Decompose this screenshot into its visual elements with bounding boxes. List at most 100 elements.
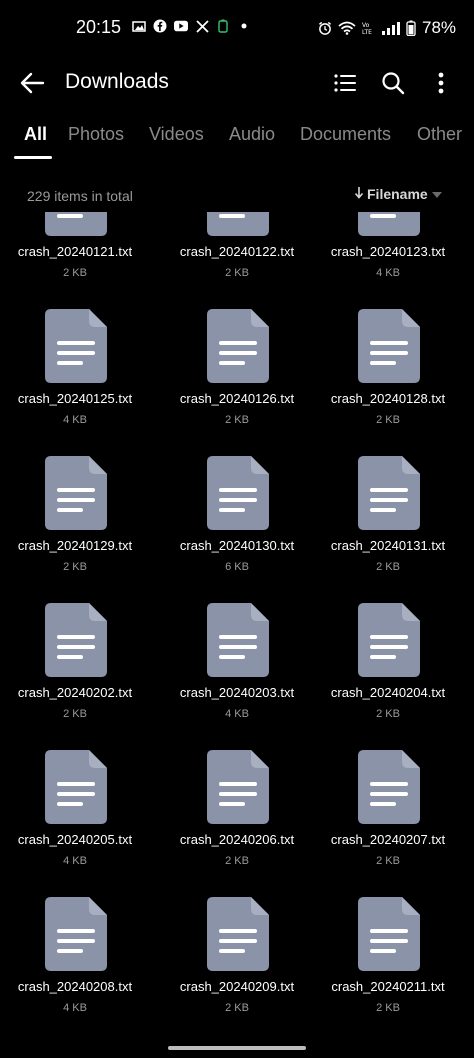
- file-item[interactable]: crash_20240130.txt 6 KB: [162, 426, 312, 573]
- file-size: 2 KB: [63, 708, 87, 720]
- caret-down-icon[interactable]: [432, 192, 442, 198]
- file-item[interactable]: crash_20240131.txt 2 KB: [313, 426, 463, 573]
- file-item[interactable]: crash_20240209.txt 2 KB: [162, 867, 312, 1014]
- text-document-icon: [207, 897, 269, 971]
- file-size: 2 KB: [376, 414, 400, 426]
- text-document-icon: [207, 212, 269, 236]
- tab-videos[interactable]: Videos: [149, 124, 204, 145]
- file-item[interactable]: crash_20240205.txt 4 KB: [0, 720, 150, 867]
- file-item[interactable]: crash_20240202.txt 2 KB: [0, 573, 150, 720]
- file-name: crash_20240125.txt: [17, 391, 133, 406]
- text-document-icon: [45, 603, 107, 677]
- text-document-icon: [358, 750, 420, 824]
- battery-icon: [406, 20, 416, 36]
- text-document-icon: [45, 212, 107, 236]
- file-size: 2 KB: [225, 267, 249, 279]
- file-item[interactable]: crash_20240204.txt 2 KB: [313, 573, 463, 720]
- file-size: 4 KB: [376, 267, 400, 279]
- tab-all[interactable]: All: [24, 124, 47, 145]
- sort-button[interactable]: Filename: [354, 186, 428, 202]
- file-name: crash_20240128.txt: [330, 391, 446, 406]
- text-document-icon: [207, 603, 269, 677]
- file-name: crash_20240211.txt: [331, 979, 445, 994]
- signal-icon: [382, 21, 400, 35]
- tab-documents[interactable]: Documents: [300, 124, 391, 145]
- file-size: 4 KB: [63, 855, 87, 867]
- file-name: crash_20240206.txt: [179, 832, 295, 847]
- file-size: 2 KB: [225, 1002, 249, 1014]
- file-item[interactable]: crash_20240122.txt 2 KB: [162, 212, 312, 279]
- file-grid: crash_20240121.txt 2 KB crash_20240122.txt…: [0, 212, 474, 1058]
- volte-icon: Vo LTE: [362, 21, 376, 35]
- file-size: 4 KB: [225, 708, 249, 720]
- file-name: crash_20240207.txt: [330, 832, 446, 847]
- system-status-icons: Vo LTE 78%: [318, 18, 456, 38]
- item-count: 229 items in total: [27, 188, 133, 204]
- file-size: 2 KB: [63, 267, 87, 279]
- text-document-icon: [207, 309, 269, 383]
- file-size: 6 KB: [225, 561, 249, 573]
- battery-percentage: 78%: [422, 18, 457, 37]
- page-title: Downloads: [65, 70, 169, 93]
- tab-audio[interactable]: Audio: [229, 124, 275, 145]
- more-vert-icon[interactable]: [426, 68, 456, 98]
- file-item[interactable]: crash_20240208.txt 4 KB: [0, 867, 150, 1014]
- file-name: crash_20240129.txt: [17, 538, 133, 553]
- file-name: crash_20240209.txt: [179, 979, 295, 994]
- file-size: 2 KB: [225, 414, 249, 426]
- x-icon: [195, 19, 209, 33]
- file-size: 2 KB: [376, 1002, 400, 1014]
- dot-icon: [237, 19, 251, 33]
- search-icon[interactable]: [378, 68, 408, 98]
- tab-other[interactable]: Other: [417, 124, 462, 145]
- text-document-icon: [358, 309, 420, 383]
- text-document-icon: [207, 750, 269, 824]
- alarm-icon: [318, 21, 332, 35]
- file-item[interactable]: crash_20240125.txt 4 KB: [0, 279, 150, 426]
- file-name: crash_20240205.txt: [17, 832, 133, 847]
- file-size: 2 KB: [376, 561, 400, 573]
- home-indicator[interactable]: [168, 1046, 306, 1050]
- file-name: crash_20240204.txt: [330, 685, 446, 700]
- svg-text:Vo: Vo: [362, 22, 370, 29]
- file-item[interactable]: crash_20240207.txt 2 KB: [313, 720, 463, 867]
- category-tabs: All Photos Videos Audio Documents Other: [0, 118, 474, 162]
- back-arrow-icon[interactable]: [18, 68, 48, 98]
- active-tab-indicator: [14, 156, 52, 159]
- file-name: crash_20240122.txt: [179, 244, 295, 259]
- file-item[interactable]: crash_20240203.txt 4 KB: [162, 573, 312, 720]
- file-item[interactable]: crash_20240211.txt 2 KB: [313, 867, 463, 1014]
- file-name: crash_20240203.txt: [179, 685, 295, 700]
- text-document-icon: [45, 456, 107, 530]
- battery-saver-icon: [216, 19, 230, 33]
- app-bar: Downloads: [0, 56, 474, 112]
- file-item[interactable]: crash_20240206.txt 2 KB: [162, 720, 312, 867]
- file-name: crash_20240123.txt: [330, 244, 446, 259]
- youtube-icon: [174, 19, 188, 33]
- file-item[interactable]: crash_20240121.txt 2 KB: [0, 212, 150, 279]
- sort-label: Filename: [367, 186, 428, 202]
- wifi-icon: [338, 21, 356, 35]
- text-document-icon: [45, 750, 107, 824]
- photo-notification-icon: [132, 19, 146, 33]
- text-document-icon: [358, 456, 420, 530]
- text-document-icon: [358, 212, 420, 236]
- arrow-down-icon: [354, 186, 364, 202]
- text-document-icon: [358, 603, 420, 677]
- notification-icons: [132, 19, 251, 33]
- file-name: crash_20240202.txt: [17, 685, 133, 700]
- file-item[interactable]: crash_20240126.txt 2 KB: [162, 279, 312, 426]
- file-size: 4 KB: [63, 1002, 87, 1014]
- file-item[interactable]: crash_20240129.txt 2 KB: [0, 426, 150, 573]
- file-item[interactable]: crash_20240128.txt 2 KB: [313, 279, 463, 426]
- tab-photos[interactable]: Photos: [68, 124, 124, 145]
- file-item[interactable]: crash_20240123.txt 4 KB: [313, 212, 463, 279]
- file-size: 2 KB: [63, 561, 87, 573]
- file-size: 2 KB: [225, 855, 249, 867]
- file-name: crash_20240131.txt: [330, 538, 446, 553]
- file-name: crash_20240121.txt: [17, 244, 133, 259]
- list-view-icon[interactable]: [330, 68, 360, 98]
- file-size: 2 KB: [376, 708, 400, 720]
- text-document-icon: [45, 897, 107, 971]
- status-time: 20:15: [76, 17, 122, 37]
